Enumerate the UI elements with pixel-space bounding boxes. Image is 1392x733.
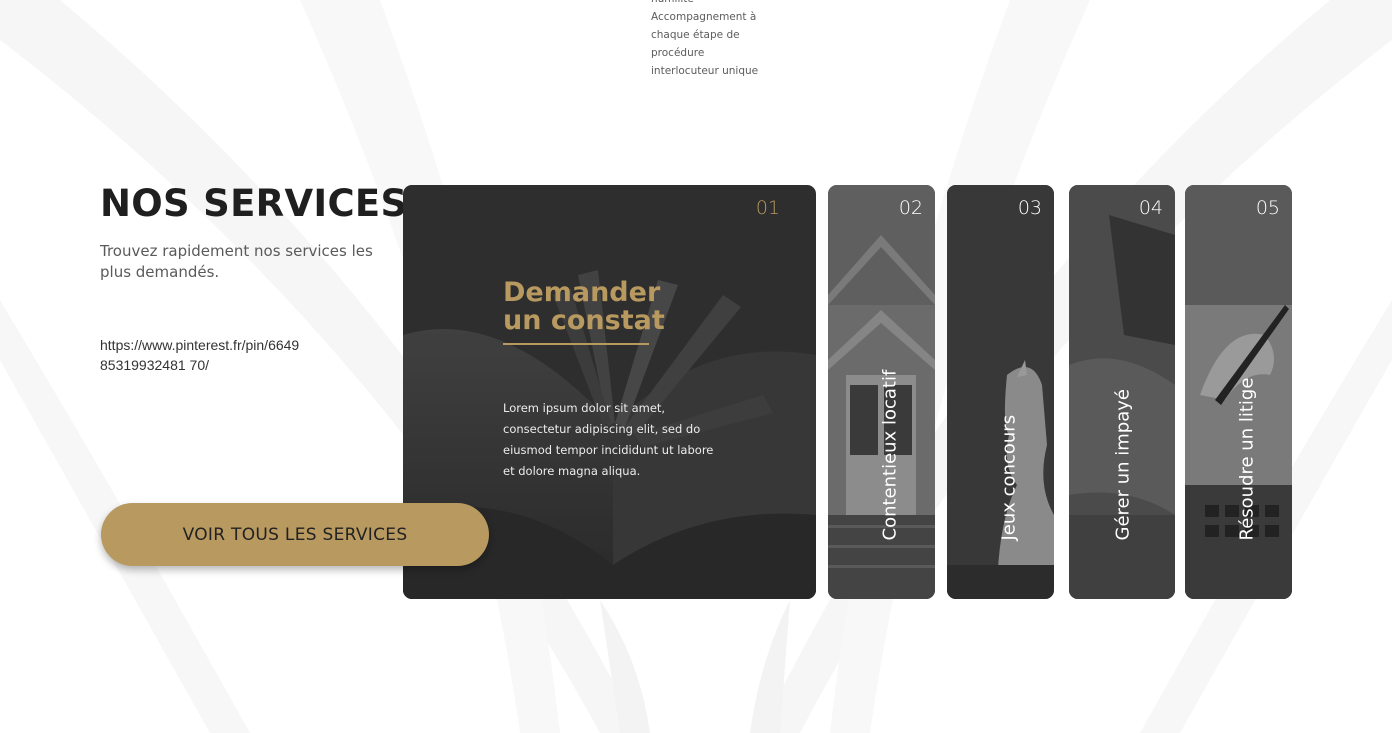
card-heading: Demander un constat xyxy=(503,279,665,335)
values-list-item: chaque étape de xyxy=(651,29,740,41)
values-list-item: interlocuteur unique xyxy=(651,65,759,77)
card-label: Jeux concours xyxy=(998,414,1020,541)
section-subtitle: Trouvez rapidement nos services les plus… xyxy=(100,242,373,281)
card-number: 03 xyxy=(1017,197,1042,219)
card-number: 01 xyxy=(755,197,780,219)
values-list: humilité Accompagnement à chaque étape d… xyxy=(651,0,758,80)
values-list-item: humilité xyxy=(651,0,758,8)
service-card-contentieux[interactable]: 02 Contentieux locatif xyxy=(828,185,935,599)
card-heading-line2: un constat xyxy=(503,305,665,336)
service-card-jeux[interactable]: 03 Jeux concours xyxy=(947,185,1054,599)
values-list-item: procédure xyxy=(651,47,705,59)
card-number: 05 xyxy=(1255,197,1280,219)
card-description: Lorem ipsum dolor sit amet, consectetur … xyxy=(503,401,714,478)
section-title: NOS SERVICES xyxy=(100,182,408,225)
card-number: 02 xyxy=(898,197,923,219)
card-heading-line1: Demander xyxy=(503,277,661,308)
card-label: Contentieux locatif xyxy=(879,369,901,541)
card-label: Résoudre un litige xyxy=(1236,377,1258,541)
card-number: 04 xyxy=(1138,197,1163,219)
service-card-litige[interactable]: 05 Résoudre un litige xyxy=(1185,185,1292,599)
view-all-services-button[interactable]: VOIR TOUS LES SERVICES xyxy=(101,503,489,566)
card-label: Gérer un impayé xyxy=(1112,389,1134,541)
heading-underline xyxy=(503,343,649,345)
values-list-item: Accompagnement à xyxy=(651,11,757,23)
service-card-impaye[interactable]: 04 Gérer un impayé xyxy=(1069,185,1175,599)
source-link[interactable]: https://www.pinterest.fr/pin/66498531993… xyxy=(100,335,300,375)
